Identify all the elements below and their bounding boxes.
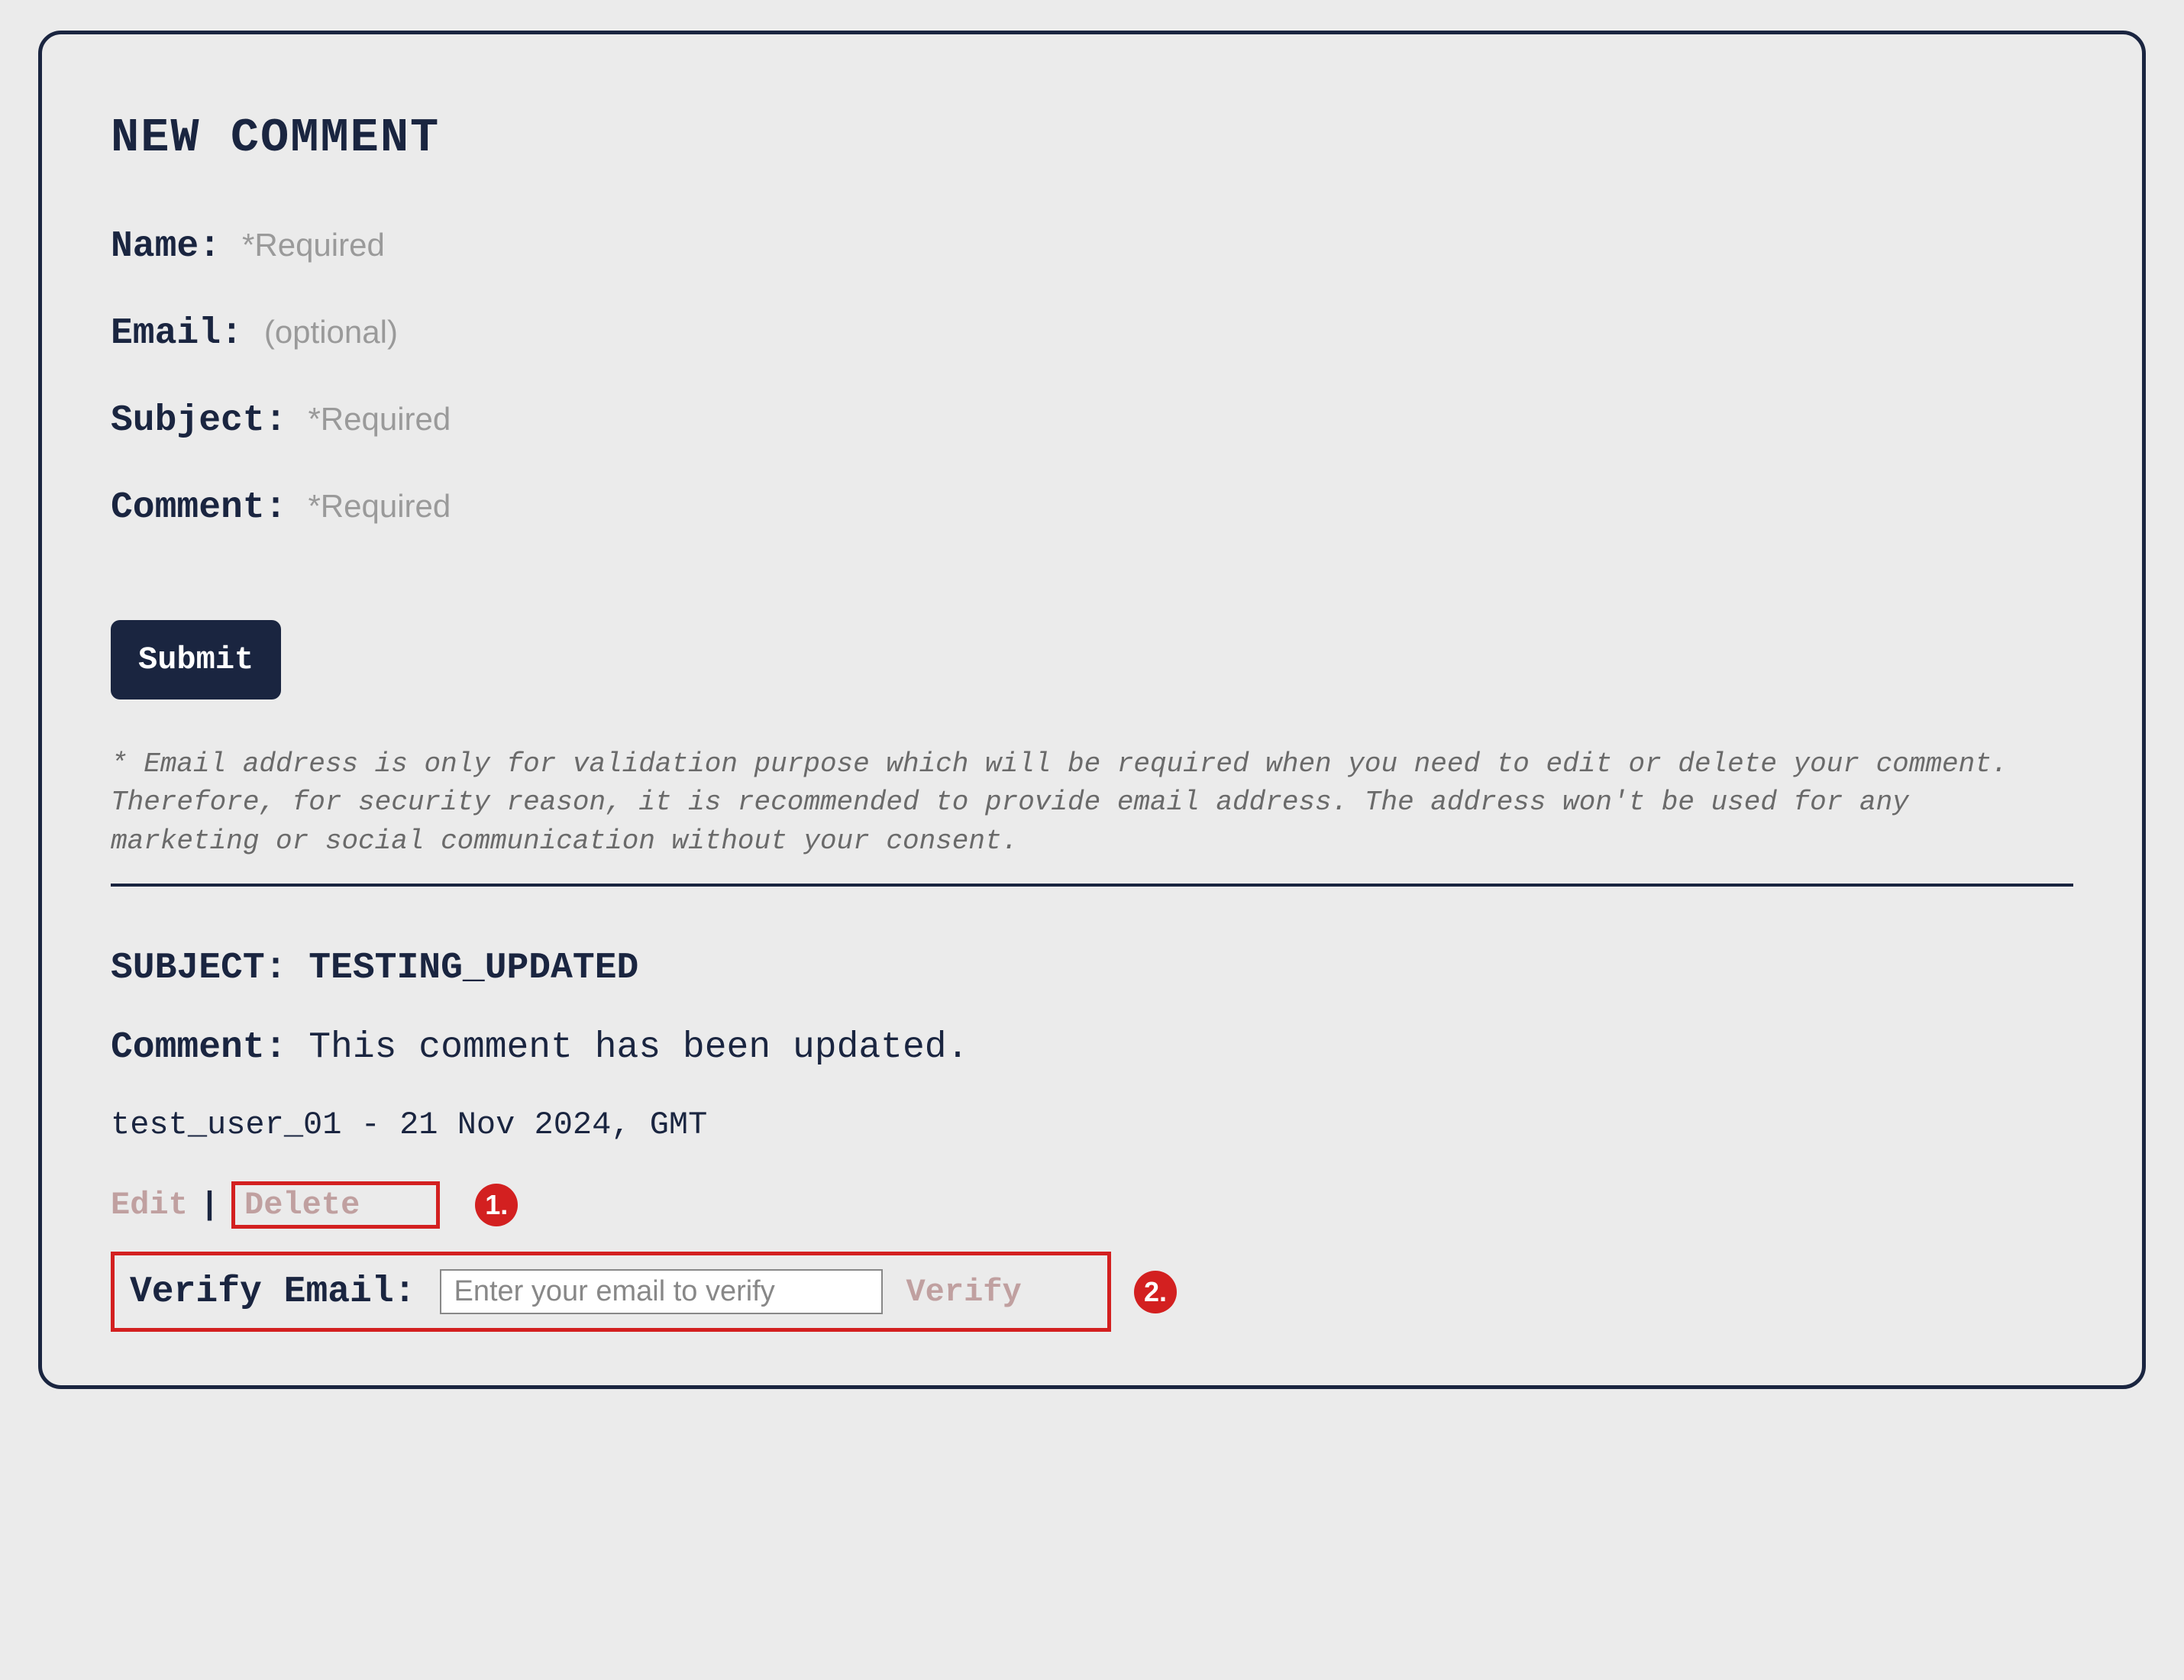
verify-email-input[interactable]: [440, 1269, 883, 1314]
name-label: Name:: [111, 226, 221, 267]
post-author: test_user_01: [111, 1107, 341, 1143]
post-comment-row: Comment: This comment has been updated.: [111, 1027, 2073, 1068]
post-comment-body: This comment has been updated.: [309, 1027, 968, 1068]
post-byline: test_user_01 - 21 Nov 2024, GMT: [111, 1107, 2073, 1143]
verify-email-label: Verify Email:: [130, 1271, 415, 1313]
subject-field-row: Subject: *Required: [111, 400, 2073, 441]
callout-2: 2.: [1134, 1271, 1177, 1313]
verify-row-wrapper: Verify Email: Verify 2.: [111, 1252, 2073, 1332]
comment-label: Comment:: [111, 487, 286, 528]
post-actions: Edit | Delete 1.: [111, 1181, 2073, 1229]
subject-label: Subject:: [111, 400, 286, 441]
post-subject-label: SUBJECT:: [111, 948, 286, 989]
post-date: 21 Nov 2024, GMT: [399, 1107, 707, 1143]
post-comment-label: Comment:: [111, 1027, 286, 1068]
delete-link[interactable]: Delete: [244, 1187, 360, 1223]
byline-separator: -: [341, 1107, 399, 1143]
post-subject-row: SUBJECT: TESTING_UPDATED: [111, 948, 2073, 989]
comment-panel: NEW COMMENT Name: *Required Email: (opti…: [38, 31, 2146, 1389]
email-hint: (optional): [264, 314, 398, 351]
comment-field-row: Comment: *Required: [111, 487, 2073, 528]
subject-hint: *Required: [308, 401, 451, 438]
name-hint: *Required: [242, 227, 385, 263]
name-field-row: Name: *Required: [111, 226, 2073, 267]
verify-highlight-box: Verify Email: Verify: [111, 1252, 1111, 1332]
email-field-row: Email: (optional): [111, 313, 2073, 354]
delete-highlight-box: Delete: [231, 1181, 440, 1229]
actions-separator: |: [200, 1187, 219, 1223]
edit-link[interactable]: Edit: [111, 1187, 188, 1223]
footnote: * Email address is only for validation p…: [111, 745, 2073, 861]
submit-button[interactable]: Submit: [111, 620, 281, 699]
callout-1: 1.: [475, 1184, 518, 1226]
page-title: NEW COMMENT: [111, 111, 2073, 165]
post-subject-value: TESTING_UPDATED: [309, 948, 638, 989]
comment-hint: *Required: [308, 488, 451, 525]
verify-button[interactable]: Verify: [906, 1274, 1021, 1310]
email-label: Email:: [111, 313, 243, 354]
divider: [111, 884, 2073, 887]
